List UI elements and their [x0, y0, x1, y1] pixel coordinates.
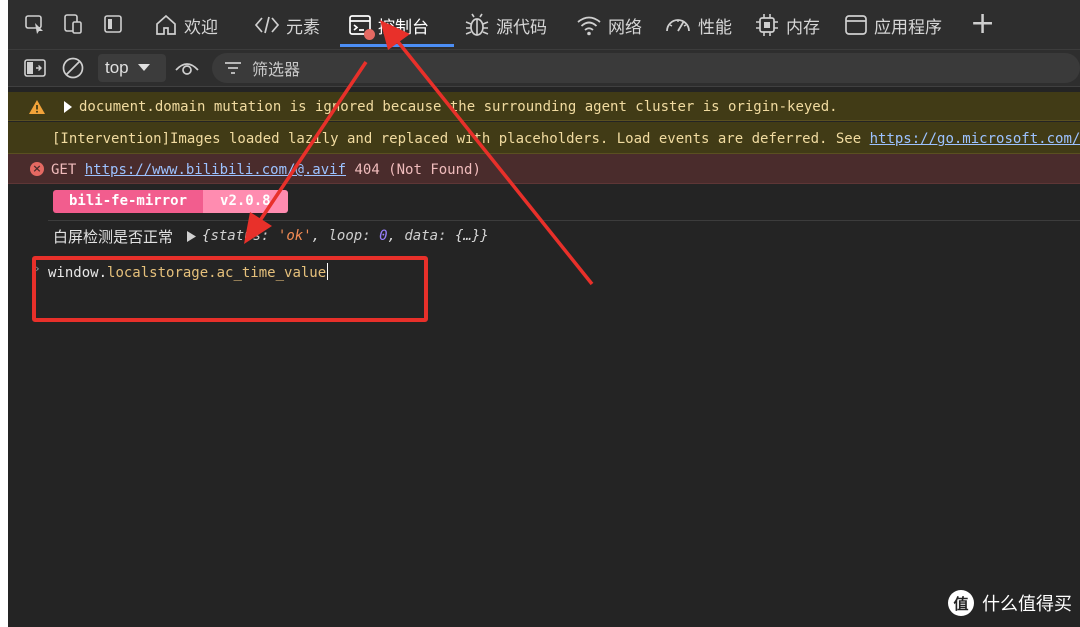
- filter-icon: [225, 62, 241, 74]
- warning-icon: [29, 100, 45, 114]
- annotation-highlight-box: [32, 256, 428, 322]
- chip-icon: [756, 14, 778, 36]
- tab-sources[interactable]: 源代码: [464, 0, 547, 50]
- error-icon: ×: [30, 162, 44, 176]
- chevron-down-icon: [137, 64, 150, 71]
- warning-message: [Intervention]Images loaded lazily and r…: [52, 131, 1080, 147]
- dock-side-icon[interactable]: [100, 11, 126, 37]
- tab-label: 网络: [608, 17, 642, 38]
- error-method: GET: [51, 162, 77, 178]
- error-url-link[interactable]: https://www.bilibili.com/@.avif: [85, 162, 346, 178]
- add-tab-icon[interactable]: +: [970, 8, 995, 40]
- obj-key: data:: [404, 228, 447, 244]
- console-log-row[interactable]: 白屏检测是否正常 {status: 'ok', loop: 0, data: {…: [53, 224, 489, 248]
- tab-label: 元素: [286, 17, 320, 38]
- watermark-text: 什么值得买: [982, 594, 1072, 615]
- console-warning-row[interactable]: [Intervention]Images loaded lazily and r…: [8, 122, 1080, 154]
- watermark: 值 什么值得买: [948, 590, 1072, 616]
- log-label: 白屏检测是否正常: [53, 227, 174, 246]
- wifi-icon: [577, 16, 601, 36]
- obj-key: status:: [210, 228, 270, 244]
- live-expression-eye-icon[interactable]: [174, 55, 200, 81]
- inspect-element-icon[interactable]: [22, 11, 48, 37]
- tab-label: 欢迎: [184, 17, 218, 38]
- left-border: [0, 0, 8, 627]
- obj-value: 0: [379, 228, 388, 244]
- tab-label: 应用程序: [874, 17, 942, 38]
- context-value: top: [105, 58, 129, 77]
- code-brackets-icon: [254, 16, 280, 34]
- obj-value: 'ok': [277, 228, 312, 244]
- badge-name: bili-fe-mirror: [53, 190, 204, 213]
- warning-text: [Intervention]Images loaded lazily and r…: [52, 131, 870, 147]
- warning-link[interactable]: https://go.microsoft.com/fwlink/?linkid=…: [870, 131, 1080, 147]
- filter-input[interactable]: 筛选器: [212, 53, 1080, 83]
- filter-placeholder: 筛选器: [252, 60, 301, 79]
- error-status: 404 (Not Found): [354, 162, 481, 178]
- watermark-logo-icon: 值: [948, 590, 974, 616]
- expand-arrow-icon[interactable]: [63, 101, 73, 113]
- devtools-tab-bar: 欢迎 元素 控制台 源代码 网络 性能 内存 应用程序 +: [8, 0, 1080, 50]
- tab-performance[interactable]: 性能: [664, 0, 732, 50]
- obj-key: loop:: [328, 228, 371, 244]
- tab-label: 控制台: [378, 17, 429, 38]
- home-icon: [156, 14, 176, 35]
- obj-value: {…}}: [454, 228, 489, 244]
- error-count-icon: [364, 29, 375, 40]
- tab-network[interactable]: 网络: [576, 0, 642, 50]
- warning-message: document.domain mutation is ignored beca…: [79, 99, 838, 115]
- tab-label: 源代码: [496, 17, 547, 38]
- console-warning-row[interactable]: document.domain mutation is ignored beca…: [8, 92, 1080, 121]
- badge-version: v2.0.8: [203, 190, 288, 213]
- styled-log-badge: bili-fe-mirror v2.0.8: [53, 190, 288, 213]
- tab-label: 内存: [786, 17, 820, 38]
- console-toolbar: top 筛选器: [8, 50, 1080, 87]
- context-selector[interactable]: top: [98, 54, 166, 82]
- active-tab-indicator: [340, 44, 454, 47]
- sidebar-toggle-icon[interactable]: [22, 55, 48, 81]
- tab-application[interactable]: 应用程序: [844, 0, 942, 50]
- tab-console[interactable]: 控制台: [348, 0, 429, 50]
- row-divider: [48, 220, 1080, 221]
- tab-elements[interactable]: 元素: [254, 0, 320, 50]
- devtools-window: 欢迎 元素 控制台 源代码 网络 性能 内存 应用程序 + top 筛选器 do…: [0, 0, 1080, 627]
- log-object[interactable]: {status: 'ok', loop: 0, data: {…}}: [187, 228, 489, 244]
- tab-label: 性能: [698, 17, 732, 38]
- window-icon: [845, 15, 867, 35]
- console-error-row[interactable]: × GET https://www.bilibili.com/@.avif 40…: [8, 154, 1080, 184]
- error-message: GET https://www.bilibili.com/@.avif 404 …: [51, 162, 481, 178]
- tab-welcome[interactable]: 欢迎: [154, 0, 218, 50]
- bug-icon: [465, 13, 489, 36]
- device-emulation-icon[interactable]: [60, 11, 86, 37]
- tab-memory[interactable]: 内存: [754, 0, 820, 50]
- clear-console-icon[interactable]: [60, 55, 86, 81]
- console-icon: [348, 13, 375, 40]
- gauge-icon: [666, 19, 690, 32]
- expand-arrow-icon[interactable]: [187, 230, 197, 242]
